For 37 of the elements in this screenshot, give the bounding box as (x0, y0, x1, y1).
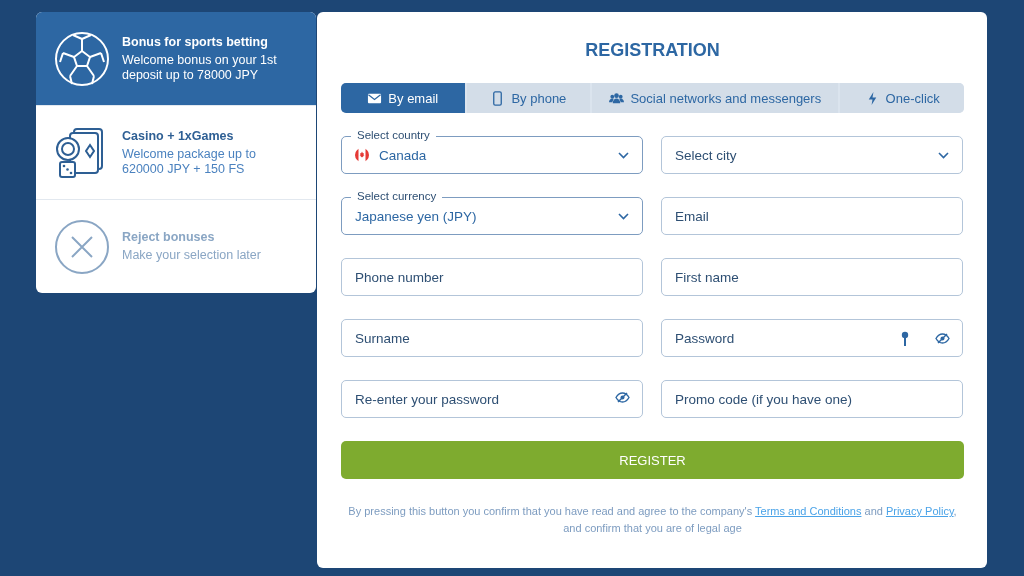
close-icon (54, 218, 110, 275)
input-field[interactable]: Phone number (341, 258, 643, 296)
bonus-title: Casino + 1xGames (122, 128, 235, 143)
input-field[interactable]: First name (661, 258, 963, 296)
policy-link[interactable]: Privacy Policy (885, 505, 954, 517)
bonus-description: Welcome bonus on your 1st deposit up to 78000 JPY (122, 52, 278, 83)
flag-icon (355, 148, 369, 162)
hidden-eye-icon (935, 333, 950, 344)
policy-link[interactable]: Terms and Conditions (755, 505, 862, 517)
tab[interactable]: By email (341, 83, 465, 113)
bonus-option[interactable]: Casino + 1xGames Welcome package up to 620000 JPY + 150 FS (36, 106, 316, 200)
bonus-option[interactable]: Reject bonuses Make your selection later (36, 200, 316, 293)
bonus-option[interactable]: Bonus for sports betting Welcome bonus on your 1st deposit up to 78000 JPY (36, 12, 316, 106)
bonus-description: Make your selection later (122, 248, 262, 263)
tab[interactable]: One-click (840, 83, 964, 113)
bonus-title: Bonus for sports betting (122, 34, 269, 49)
input-field[interactable]: Email (661, 197, 963, 235)
chevron-icon (938, 151, 949, 159)
input-field[interactable]: Password (661, 319, 963, 357)
chevron-icon (618, 151, 629, 159)
bonus-title: Reject bonuses (122, 230, 216, 244)
form-title: REGISTRATION (584, 40, 721, 61)
field-label: Select currency (351, 190, 443, 202)
people-icon (609, 90, 625, 106)
ball-icon (54, 30, 110, 87)
select-field[interactable]: Select city (661, 136, 963, 174)
consent-text: By pressing this button you confirm that you have read and agree to the company's Terms and Conditions and Privacy Policy, and confirm that you are of legal age (347, 504, 958, 536)
input-field[interactable]: Re-enter your password (341, 380, 643, 418)
register-button[interactable]: REGISTER (341, 441, 964, 479)
tab[interactable]: Social networks and messengers (592, 83, 839, 113)
input-field[interactable]: Surname (341, 319, 643, 357)
tab[interactable]: By phone (466, 83, 591, 113)
input-field[interactable]: Promo code (if you have one) (661, 380, 963, 418)
field-label: Select country (351, 129, 436, 141)
chevron-icon (618, 212, 629, 220)
hidden-eye-icon (615, 392, 630, 403)
bonus-description: Welcome package up to 620000 JPY + 150 FS (122, 146, 257, 177)
